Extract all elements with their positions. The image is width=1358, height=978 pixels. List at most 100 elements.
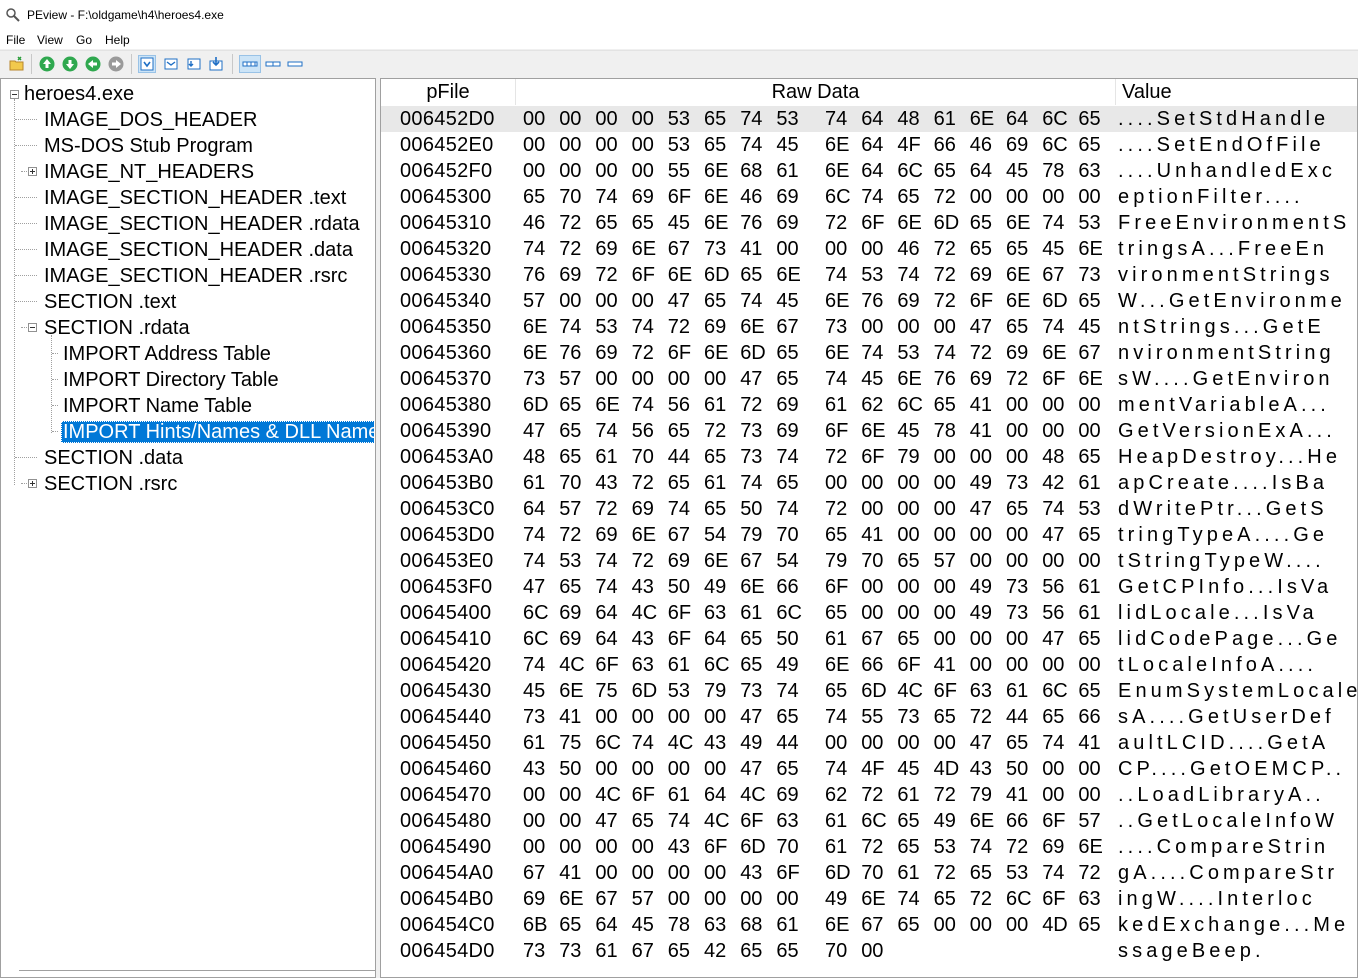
tree-item-import-address-table[interactable]: IMPORT Address Table — [63, 341, 271, 367]
hex-byte: 49 — [969, 602, 993, 624]
table-row[interactable]: 006453E074 53 74 72 69 6E 67 54745374726… — [381, 548, 1357, 574]
view-word-icon[interactable] — [162, 55, 180, 73]
tree-expander-root[interactable] — [10, 90, 19, 99]
table-row[interactable]: 0064537073 57 00 00 00 00 47 65735700000… — [381, 366, 1357, 392]
table-row[interactable]: 006454106C 69 64 43 6F 64 65 506C6964436… — [381, 626, 1357, 652]
view-section-icon[interactable] — [263, 55, 285, 73]
hex-byte: 74 — [825, 368, 848, 390]
hex-byte: 72 — [825, 498, 848, 520]
view-qword-icon[interactable] — [207, 55, 225, 73]
table-row[interactable]: 0064548000 00 47 65 74 4C 6F 63000047657… — [381, 808, 1357, 834]
tree-scrollbar[interactable] — [19, 970, 375, 971]
tree-item-section-data[interactable]: SECTION .data — [44, 445, 183, 471]
hex-byte: 00 — [1042, 784, 1065, 806]
hex-byte: 69 — [1042, 836, 1065, 858]
tree-item-section-header-rsrc[interactable]: IMAGE_SECTION_HEADER .rsrc — [44, 263, 347, 289]
go-next-icon[interactable] — [61, 55, 79, 73]
view-byte-icon[interactable] — [138, 55, 156, 73]
table-row[interactable]: 0064539047 65 74 56 65 72 73 69476574566… — [381, 418, 1357, 444]
tree-item-section-text[interactable]: SECTION .text — [44, 289, 176, 315]
hex-byte: 00 — [861, 238, 884, 260]
table-row[interactable]: 0064531046 72 65 65 45 6E 76 69467265654… — [381, 210, 1357, 236]
hex-byte: 67 — [1042, 264, 1065, 286]
table-row[interactable]: 006452E000 00 00 00 53 65 74 45000000005… — [381, 132, 1357, 158]
hex-byte: 61 — [825, 394, 848, 416]
table-row[interactable]: 0064534057 00 00 00 47 65 74 45570000004… — [381, 288, 1357, 314]
value-cell: ..LoadLibraryA.. — [1118, 784, 1325, 806]
table-row[interactable]: 0064549000 00 00 00 43 6F 6D 70000000004… — [381, 834, 1357, 860]
table-row[interactable]: 006452D000 00 00 00 53 65 74 53000000005… — [381, 106, 1357, 132]
hex-byte: 73 — [897, 706, 920, 728]
table-row[interactable]: 0064546043 50 00 00 00 00 47 65435000000… — [381, 756, 1357, 782]
table-row[interactable]: 006454006C 69 64 4C 6F 63 61 6C6C69644C6… — [381, 600, 1357, 626]
table-row[interactable]: 006453B061 70 43 72 65 61 74 65617043726… — [381, 470, 1357, 496]
tree-item-section-header-rdata[interactable]: IMAGE_SECTION_HEADER .rdata — [44, 211, 360, 237]
hex-byte: 00 — [1006, 394, 1029, 416]
go-first-icon[interactable] — [38, 55, 56, 73]
column-header-pfile[interactable]: pFile — [381, 79, 516, 105]
tree-item-dos-stub[interactable]: MS-DOS Stub Program — [44, 133, 253, 159]
tree-expander-nt-headers[interactable] — [28, 167, 37, 176]
hex-byte: 6E — [861, 888, 886, 910]
table-row[interactable]: 0064543045 6E 75 6D 53 79 73 74456E756D5… — [381, 678, 1357, 704]
menu-view[interactable]: View — [37, 33, 63, 47]
tree-item-section-rsrc[interactable]: SECTION .rsrc — [44, 471, 177, 497]
tree-item-import-hints-names[interactable]: IMPORT Hints/Names & DLL Names — [61, 419, 374, 445]
tree-item-section-header-data[interactable]: IMAGE_SECTION_HEADER .data — [44, 237, 353, 263]
table-row[interactable]: 0064532074 72 69 6E 67 73 41 007472696E6… — [381, 236, 1357, 262]
go-back-icon[interactable] — [84, 55, 102, 73]
hex-byte: 41 — [861, 524, 884, 546]
hex-byte: 74 — [825, 706, 848, 728]
hex-byte: 46 — [969, 134, 993, 156]
table-row[interactable]: 006453806D 65 6E 74 56 61 72 696D656E745… — [381, 392, 1357, 418]
hex-byte: 72 — [933, 186, 956, 208]
tree-item-dos-header[interactable]: IMAGE_DOS_HEADER — [44, 107, 257, 133]
hex-byte: 6E — [1006, 212, 1031, 234]
hex-byte: 65 — [1078, 290, 1101, 312]
table-row[interactable]: 0064544073 41 00 00 00 00 47 65734100000… — [381, 704, 1357, 730]
table-row[interactable]: 006453C064 57 72 69 74 65 50 74645772697… — [381, 496, 1357, 522]
table-row[interactable]: 006453606E 76 69 72 6F 6E 6D 656E7669726… — [381, 340, 1357, 366]
table-row[interactable]: 006454D073 73 61 67 65 42 65 65737361676… — [381, 938, 1357, 964]
view-address-icon[interactable] — [239, 55, 261, 73]
table-row[interactable]: 006453D074 72 69 6E 67 54 79 707472696E6… — [381, 522, 1357, 548]
tree-item-root[interactable]: heroes4.exe — [24, 81, 134, 107]
hex-byte: 6C — [1006, 888, 1032, 910]
view-list-icon[interactable] — [285, 55, 307, 73]
table-row[interactable]: 0064545061 75 6C 74 4C 43 49 4461756C744… — [381, 730, 1357, 756]
go-forward-icon[interactable] — [107, 55, 125, 73]
table-row[interactable]: 006453506E 74 53 74 72 69 6E 676E7453747… — [381, 314, 1357, 340]
view-dword-icon[interactable] — [185, 55, 203, 73]
tree-item-import-directory-table[interactable]: IMPORT Directory Table — [63, 367, 279, 393]
hex-byte: 65 — [1078, 524, 1101, 546]
column-header-raw-data[interactable]: Raw Data — [516, 79, 1116, 105]
menu-file[interactable]: File — [6, 33, 25, 47]
hex-byte: 66 — [1078, 706, 1101, 728]
table-row[interactable]: 006452F000 00 00 00 55 6E 68 61000000005… — [381, 158, 1357, 184]
table-row[interactable]: 006454C06B 65 64 45 78 63 68 616B6564457… — [381, 912, 1357, 938]
hex-byte: 00 — [897, 524, 920, 546]
table-row[interactable]: 0064542074 4C 6F 63 61 6C 65 49744C6F636… — [381, 652, 1357, 678]
table-row[interactable]: 0064547000 00 4C 6F 61 64 4C 6900004C6F6… — [381, 782, 1357, 808]
table-row[interactable]: 0064530065 70 74 69 6F 6E 46 69657074696… — [381, 184, 1357, 210]
tree-expander-section-rsrc[interactable] — [28, 479, 37, 488]
menu-help[interactable]: Help — [105, 33, 130, 47]
column-header-value[interactable]: Value — [1116, 79, 1357, 105]
open-folder-icon[interactable] — [8, 55, 26, 73]
table-row[interactable]: 006454B069 6E 67 57 00 00 00 00696E67570… — [381, 886, 1357, 912]
hex-byte: 74 — [861, 186, 884, 208]
tree-item-section-header-text[interactable]: IMAGE_SECTION_HEADER .text — [44, 185, 346, 211]
table-row[interactable]: 0064533076 69 72 6F 6E 6D 65 6E7669726F6… — [381, 262, 1357, 288]
tree-item-nt-headers[interactable]: IMAGE_NT_HEADERS — [44, 159, 254, 185]
table-row[interactable]: 006453A048 65 61 70 44 65 73 74486561704… — [381, 444, 1357, 470]
tree-item-section-rdata[interactable]: SECTION .rdata — [44, 315, 190, 341]
tree-expander-section-rdata[interactable] — [28, 323, 37, 332]
hex-byte: 49 — [969, 576, 993, 598]
table-row[interactable]: 006453F047 65 74 43 50 49 6E 66476574435… — [381, 574, 1357, 600]
hex-byte: 53 — [1078, 498, 1101, 520]
data-list-view[interactable]: pFile Raw Data Value 006452D0 00 00 00 00… — [380, 78, 1358, 978]
table-row[interactable]: 006454A067 41 00 00 00 00 43 6F674100000… — [381, 860, 1357, 886]
tree-item-import-name-table[interactable]: IMPORT Name Table — [63, 393, 252, 419]
menu-go[interactable]: Go — [76, 33, 92, 47]
tree-view[interactable]: heroes4.exe IMAGE_DOS_HEADER MS-DOS Stub… — [0, 78, 376, 978]
